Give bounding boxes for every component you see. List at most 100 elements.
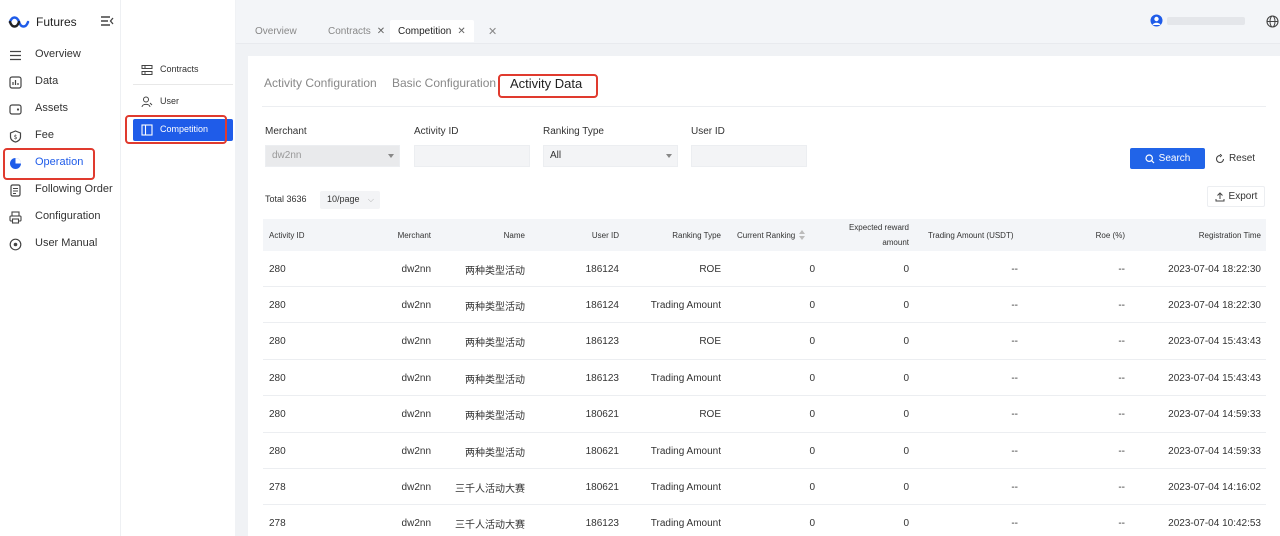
cell-merchant: dw2nn — [401, 445, 431, 457]
nav-item-data[interactable]: Data — [0, 69, 120, 95]
subnav-item-label: User — [160, 96, 180, 106]
search-button[interactable]: Search — [1130, 148, 1205, 169]
cell-roe: -- — [1118, 409, 1125, 421]
cell-merchant: dw2nn — [401, 299, 431, 311]
merchant-select[interactable]: dw2nn — [265, 145, 400, 167]
cell-user-id: 186124 — [585, 263, 619, 275]
close-other-tabs[interactable]: ✕ — [482, 20, 497, 42]
cell-activity-id: 280 — [269, 372, 286, 384]
column-header-current-ranking[interactable]: Current Ranking — [737, 219, 837, 251]
page-size-select[interactable]: 10/page ⌵ — [320, 191, 380, 209]
table-row: 278 dw2nn 三千人活动大赛 180621 Trading Amount 0 0 -- -… — [263, 469, 1266, 506]
cell-ranking-type: Trading Amount — [650, 481, 721, 493]
user-id-label: User ID — [691, 126, 725, 137]
user-name-redacted[interactable] — [1167, 17, 1245, 25]
content-card: Activity Configuration Basic Configurati… — [248, 56, 1280, 536]
cell-registration-time: 2023-07-04 14:16:02 — [1168, 481, 1261, 493]
cell-merchant: dw2nn — [401, 372, 431, 384]
cell-ranking-type: Trading Amount — [650, 299, 721, 311]
page-tab-competition[interactable]: Competition ✕ — [390, 20, 474, 42]
document-icon — [10, 184, 21, 197]
cell-user-id: 186123 — [585, 336, 619, 348]
chart-box-icon — [9, 76, 22, 89]
export-button[interactable]: Export — [1207, 186, 1265, 207]
nav-item-overview[interactable]: Overview — [0, 42, 120, 68]
page-tab-contracts[interactable]: Contracts ✕ — [328, 20, 385, 42]
cell-user-id: 180621 — [585, 445, 619, 457]
cell-name: 两种类型活动 — [465, 447, 525, 459]
cell-trading-amount: -- — [1011, 263, 1018, 275]
cell-roe: -- — [1118, 481, 1125, 493]
globe-icon[interactable] — [1266, 15, 1279, 28]
table-row: 278 dw2nn 三千人活动大赛 186123 Trading Amount 0 0 -- -… — [263, 506, 1266, 536]
page-tab-overview[interactable]: Overview — [255, 20, 297, 42]
cell-activity-id: 278 — [269, 481, 286, 493]
app-title: Futures — [36, 15, 77, 29]
cell-merchant: dw2nn — [401, 336, 431, 348]
nav-item-fee[interactable]: $ Fee — [0, 123, 120, 149]
upload-icon — [1215, 191, 1225, 201]
activity-id-input[interactable] — [414, 145, 530, 167]
search-icon — [1145, 153, 1155, 163]
cell-user-id: 186124 — [585, 299, 619, 311]
merchant-label: Merchant — [265, 126, 307, 137]
cell-ranking-type: Trading Amount — [650, 518, 721, 530]
cell-registration-time: 2023-07-04 18:22:30 — [1168, 263, 1261, 275]
cell-current-ranking: 0 — [809, 518, 815, 530]
cell-trading-amount: -- — [1011, 518, 1018, 530]
cell-expected-reward: 0 — [903, 336, 909, 348]
nav-item-configuration[interactable]: Configuration — [0, 204, 120, 230]
cell-registration-time: 2023-07-04 15:43:43 — [1168, 336, 1261, 348]
column-header-name: Name — [503, 230, 525, 240]
reset-button-label: Reset — [1228, 153, 1256, 164]
column-header-user-id: User ID — [591, 230, 619, 240]
cell-name: 两种类型活动 — [465, 301, 525, 313]
subnav-item-user[interactable]: User — [133, 91, 233, 113]
cell-roe: -- — [1118, 518, 1125, 530]
current-ranking-label: Current Ranking — [737, 230, 796, 240]
cell-expected-reward: 0 — [903, 372, 909, 384]
cell-activity-id: 278 — [269, 518, 286, 530]
close-icon[interactable]: ✕ — [377, 26, 385, 37]
table-row: 280 dw2nn 两种类型活动 186123 Trading Amount 0 0 -- --… — [263, 360, 1266, 397]
nav-item-user-manual[interactable]: User Manual — [0, 231, 120, 257]
subnav-divider — [133, 84, 233, 85]
close-icon[interactable]: ✕ — [488, 25, 497, 38]
user-avatar-icon[interactable] — [1150, 14, 1163, 27]
disc-icon — [9, 238, 22, 251]
tab-activity-configuration[interactable]: Activity Configuration — [264, 76, 377, 90]
cell-registration-time: 2023-07-04 14:59:33 — [1168, 409, 1261, 421]
tabs-divider — [262, 106, 1266, 107]
subnav-item-contracts[interactable]: Contracts — [133, 59, 233, 81]
nav-item-following-order[interactable]: Following Order — [0, 177, 120, 203]
activity-id-label: Activity ID — [414, 126, 459, 137]
cell-current-ranking: 0 — [809, 481, 815, 493]
sort-icon[interactable] — [799, 230, 806, 240]
user-id-input[interactable] — [691, 145, 807, 167]
reset-button[interactable]: Reset — [1205, 148, 1265, 169]
cell-merchant: dw2nn — [401, 518, 431, 530]
cell-ranking-type: Trading Amount — [650, 372, 721, 384]
cell-roe: -- — [1118, 372, 1125, 384]
refresh-icon — [1215, 153, 1224, 163]
column-header-registration-time: Registration Time — [1198, 230, 1261, 240]
cell-merchant: dw2nn — [401, 409, 431, 421]
expected-reward-line-2: amount — [882, 238, 909, 247]
cell-trading-amount: -- — [1011, 299, 1018, 311]
column-header-trading-amount: Trading Amount (USDT) — [928, 230, 1014, 240]
ranking-type-select[interactable]: All — [543, 145, 678, 167]
nav-item-assets[interactable]: Assets — [0, 96, 120, 122]
cell-expected-reward: 0 — [903, 299, 909, 311]
close-icon[interactable]: ✕ — [457, 26, 465, 37]
cell-name: 两种类型活动 — [465, 265, 525, 277]
highlight-box-activity-data — [498, 74, 598, 98]
cell-ranking-type: ROE — [699, 263, 721, 275]
collapse-menu-icon[interactable] — [100, 14, 114, 28]
nav-item-label: Fee — [35, 129, 54, 141]
tab-basic-configuration[interactable]: Basic Configuration — [392, 76, 496, 90]
cell-user-id: 180621 — [585, 481, 619, 493]
cell-name: 两种类型活动 — [465, 374, 525, 386]
table-row: 280 dw2nn 两种类型活动 186124 Trading Amount 0 0 -- --… — [263, 287, 1266, 324]
svg-text:$: $ — [14, 134, 18, 141]
cell-registration-time: 2023-07-04 10:42:53 — [1168, 518, 1261, 530]
